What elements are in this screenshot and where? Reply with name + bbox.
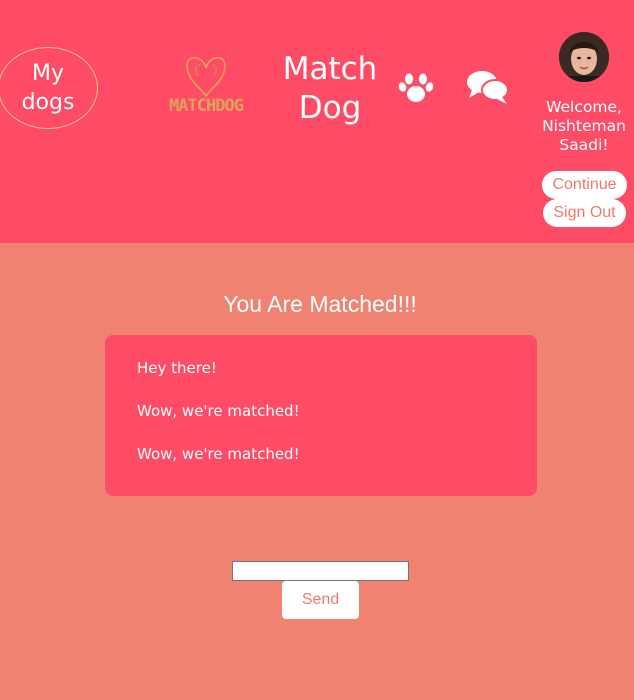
send-button[interactable]: Send (282, 581, 359, 619)
matchdog-logo[interactable]: MATCHDOG (158, 52, 254, 124)
avatar (559, 32, 609, 82)
message-input[interactable] (232, 561, 409, 581)
paw-icon[interactable] (398, 70, 434, 104)
heart-logo-icon (186, 57, 226, 98)
message-item: Wow, we're matched! (137, 402, 300, 420)
sign-out-button[interactable]: Sign Out (543, 199, 626, 227)
welcome-text: Welcome, Nishteman Saadi! (542, 98, 626, 154)
comments-icon[interactable] (466, 68, 510, 106)
continue-button[interactable]: Continue (542, 171, 627, 199)
message-item: Hey there! (137, 359, 217, 377)
match-title: You Are Matched!!! (223, 291, 417, 317)
brand-title: Match Dog (282, 51, 378, 126)
header: My dogs MATCHDOG Match Dog Welcome, Nish… (0, 0, 634, 243)
my-dogs-label: My dogs (21, 61, 75, 115)
messages-panel: Hey there! Wow, we're matched! Wow, we'r… (105, 335, 537, 496)
message-item: Wow, we're matched! (137, 445, 300, 463)
my-dogs-button[interactable]: My dogs (0, 47, 98, 129)
logo-text: MATCHDOG (169, 96, 244, 116)
